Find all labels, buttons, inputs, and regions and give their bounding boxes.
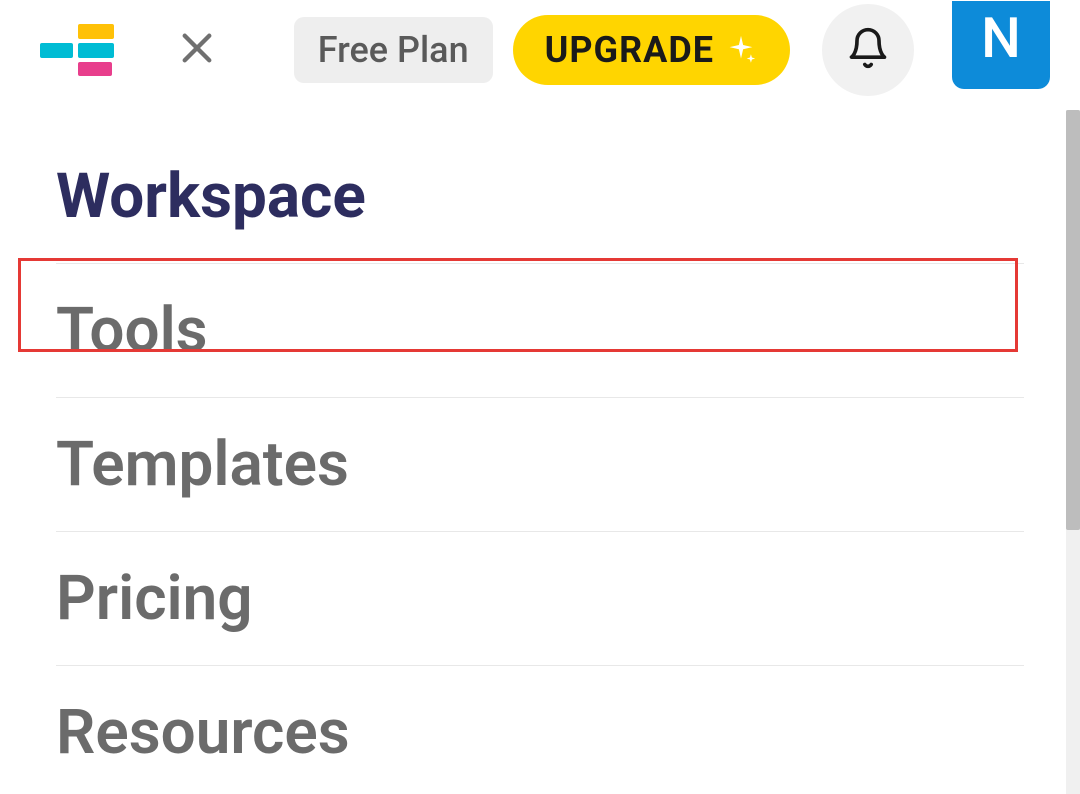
- bell-icon: [846, 26, 890, 74]
- sparkle-icon: [724, 33, 758, 67]
- main-menu-panel: Workspace Tools Templates Pricing Resour…: [0, 110, 1080, 794]
- nav-item-pricing[interactable]: Pricing: [56, 532, 1024, 666]
- notifications-button[interactable]: [822, 4, 914, 96]
- close-icon: [176, 27, 218, 73]
- avatar-initial: N: [981, 5, 1021, 71]
- plan-badge: Free Plan: [294, 17, 493, 83]
- upgrade-label: UPGRADE: [545, 29, 714, 71]
- scrollbar-thumb[interactable]: [1066, 110, 1080, 530]
- nav-menu: Workspace Tools Templates Pricing Resour…: [0, 150, 1080, 794]
- upgrade-button[interactable]: UPGRADE: [513, 15, 790, 85]
- nav-item-workspace[interactable]: Workspace: [56, 150, 1024, 264]
- nav-item-templates[interactable]: Templates: [56, 398, 1024, 532]
- nav-item-resources[interactable]: Resources: [56, 666, 1024, 794]
- user-avatar[interactable]: N: [952, 1, 1050, 89]
- brand-logo[interactable]: [40, 24, 114, 76]
- close-menu-button[interactable]: [172, 25, 222, 75]
- nav-item-tools[interactable]: Tools: [56, 264, 1024, 398]
- scrollbar-track[interactable]: [1066, 110, 1080, 794]
- app-header: Free Plan UPGRADE N: [0, 0, 1080, 110]
